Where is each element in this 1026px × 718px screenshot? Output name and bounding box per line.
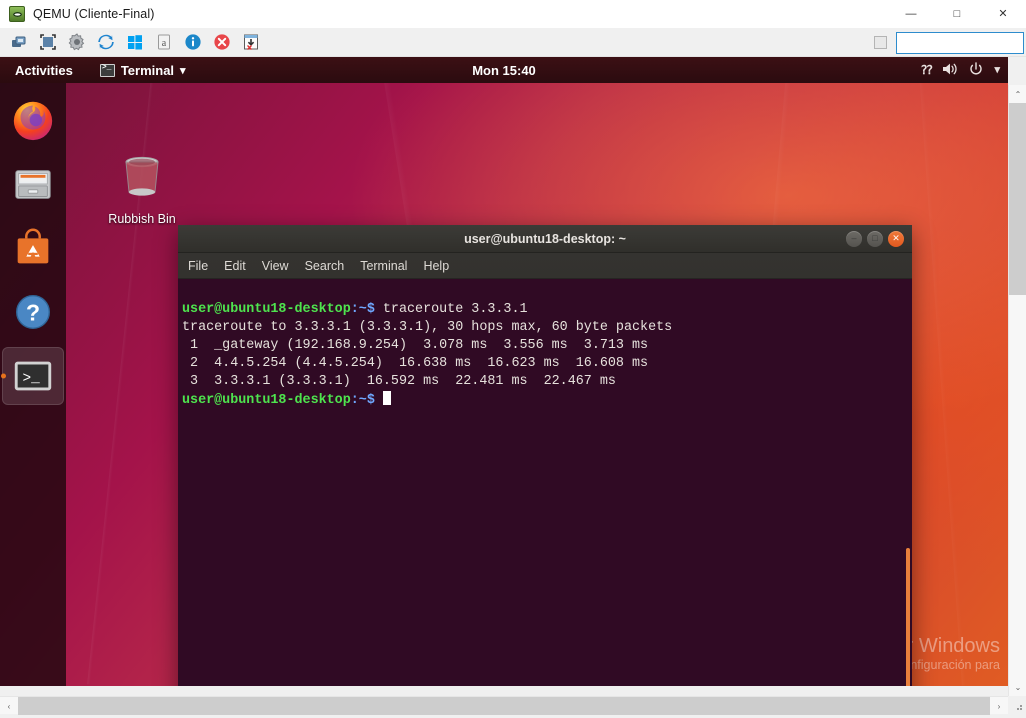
resize-grip[interactable] — [1009, 697, 1025, 713]
horizontal-scrollbar[interactable]: ‹ › — [0, 696, 1008, 714]
activities-button[interactable]: Activities — [10, 61, 78, 80]
info-icon[interactable] — [179, 30, 206, 55]
terminal-title: user@ubuntu18-desktop: ~ — [178, 232, 912, 246]
vertical-scroll-thumb[interactable] — [1009, 103, 1026, 295]
app-menu-button[interactable]: Terminal ▾ — [100, 63, 186, 78]
text-document-icon[interactable]: a — [150, 30, 177, 55]
ubuntu-dock: ? >_ — [0, 83, 66, 686]
horizontal-scroll-thumb[interactable] — [18, 697, 990, 715]
terminal-line-2: 1 _gateway (192.168.9.254) 3.078 ms 3.55… — [182, 338, 648, 353]
volume-icon[interactable] — [942, 62, 958, 78]
dock-item-files[interactable] — [2, 155, 64, 213]
terminal-line-4: 3 3.3.3.1 (3.3.3.1) 16.592 ms 22.481 ms … — [182, 374, 616, 389]
minimize-button[interactable]: — — [888, 0, 934, 28]
ubuntu-software-icon — [10, 225, 56, 271]
menu-item-terminal[interactable]: Terminal — [360, 259, 407, 273]
close-glyph: ✕ — [998, 9, 1007, 20]
terminal-scrollbar[interactable] — [906, 548, 910, 686]
menu-item-file[interactable]: File — [188, 259, 208, 273]
terminal-menubar: File Edit View Search Terminal Help — [178, 253, 912, 279]
prompt-path-2: :~$ — [351, 393, 375, 408]
dock-item-firefox[interactable] — [2, 91, 64, 149]
scroll-up-button[interactable]: ⌃ — [1009, 85, 1026, 103]
terminal-app-icon — [100, 64, 115, 77]
scroll-left-button[interactable]: ‹ — [0, 697, 18, 715]
prompt-user-2: user@ubuntu18-desktop — [182, 393, 351, 408]
terminal-close-glyph: ✕ — [892, 234, 900, 243]
terminal-line-command: traceroute 3.3.3.1 — [375, 302, 528, 317]
menu-item-help[interactable]: Help — [423, 259, 449, 273]
system-menu-arrow-icon[interactable]: ▾ — [994, 65, 1000, 76]
windows-icon[interactable] — [121, 30, 148, 55]
terminal-output: user@ubuntu18-desktop:~$ traceroute 3.3.… — [180, 283, 912, 428]
horizontal-scroll-track[interactable] — [18, 697, 990, 714]
preferences-gear-icon[interactable] — [63, 30, 90, 55]
ubuntu-top-bar: Activities Terminal ▾ Mon 15:40 ⁇ — [0, 57, 1008, 83]
terminal-close-button[interactable]: ✕ — [888, 231, 904, 247]
terminal-maximize-button[interactable]: □ — [867, 231, 883, 247]
qemu-app-icon — [9, 6, 25, 22]
help-icon: ? — [10, 289, 56, 335]
terminal-minimize-button[interactable]: ‒ — [846, 231, 862, 247]
terminal-cursor — [383, 391, 391, 405]
files-cabinet-icon — [10, 161, 56, 207]
terminal-body[interactable]: user@ubuntu18-desktop:~$ traceroute 3.3.… — [178, 279, 912, 686]
vertical-scrollbar[interactable]: ⌃ ⌄ — [1008, 85, 1026, 696]
qemu-toolbar-input[interactable] — [896, 32, 1024, 54]
maximize-button[interactable]: □ — [934, 0, 980, 28]
fullscreen-icon[interactable] — [34, 30, 61, 55]
power-icon[interactable] — [969, 62, 983, 78]
terminal-window-buttons: ‒ □ ✕ — [846, 231, 904, 247]
vertical-scroll-track[interactable] — [1009, 103, 1026, 678]
screenshot-icon[interactable] — [237, 30, 264, 55]
qemu-toolbar: a — [0, 28, 1026, 57]
machine-icon[interactable] — [5, 30, 32, 55]
refresh-icon[interactable] — [92, 30, 119, 55]
firefox-icon — [10, 97, 56, 143]
desktop-icon-label: Rubbish Bin — [97, 212, 187, 226]
rubbish-bin-icon — [115, 150, 169, 204]
system-tray: ⁇ ▾ — [921, 62, 1000, 78]
app-menu-label: Terminal — [121, 63, 174, 78]
svg-text:>_: >_ — [22, 371, 40, 387]
close-circle-icon[interactable] — [208, 30, 235, 55]
menu-item-edit[interactable]: Edit — [224, 259, 246, 273]
desktop-icon-rubbish-bin[interactable]: Rubbish Bin — [97, 150, 187, 226]
maximize-glyph: □ — [954, 9, 961, 20]
prompt-path: :~$ — [351, 302, 375, 317]
qemu-window: QEMU (Cliente-Final) — □ ✕ — [0, 0, 1026, 714]
terminal-titlebar[interactable]: user@ubuntu18-desktop: ~ ‒ □ ✕ — [178, 225, 912, 253]
prompt-user: user@ubuntu18-desktop — [182, 302, 351, 317]
window-controls: — □ ✕ — [888, 0, 1026, 28]
window-title: QEMU (Cliente-Final) — [33, 7, 154, 21]
dock-item-help[interactable]: ? — [2, 283, 64, 341]
svg-text:a: a — [161, 38, 166, 49]
terminal-maximize-glyph: □ — [872, 234, 877, 243]
terminal-line-3: 2 4.4.5.254 (4.4.5.254) 16.638 ms 16.623… — [182, 356, 648, 371]
terminal-icon: >_ — [10, 353, 56, 399]
dock-item-ubuntu-software[interactable] — [2, 219, 64, 277]
menu-item-search[interactable]: Search — [305, 259, 345, 273]
chevron-down-icon: ▾ — [180, 64, 186, 77]
close-button[interactable]: ✕ — [980, 0, 1026, 28]
dock-item-terminal[interactable]: >_ — [2, 347, 64, 405]
toolbar-grip[interactable] — [874, 36, 887, 49]
qemu-toolbar-right — [874, 28, 1024, 57]
svg-text:?: ? — [26, 300, 40, 326]
terminal-minimize-glyph: ‒ — [851, 234, 856, 243]
terminal-window: user@ubuntu18-desktop: ~ ‒ □ ✕ — [178, 225, 912, 686]
ubuntu-desktop: Activities Terminal ▾ Mon 15:40 ⁇ — [0, 57, 1008, 686]
terminal-line-1: traceroute to 3.3.3.1 (3.3.3.1), 30 hops… — [182, 320, 672, 335]
qemu-titlebar: QEMU (Cliente-Final) — □ ✕ — [0, 0, 1026, 28]
guest-area: Activities Terminal ▾ Mon 15:40 ⁇ — [0, 57, 1026, 714]
scroll-right-button[interactable]: › — [990, 697, 1008, 715]
minimize-glyph: — — [906, 9, 917, 20]
scroll-down-button[interactable]: ⌄ — [1009, 678, 1026, 696]
keyboard-layout-icon[interactable]: ⁇ — [921, 64, 931, 76]
menu-item-view[interactable]: View — [262, 259, 289, 273]
